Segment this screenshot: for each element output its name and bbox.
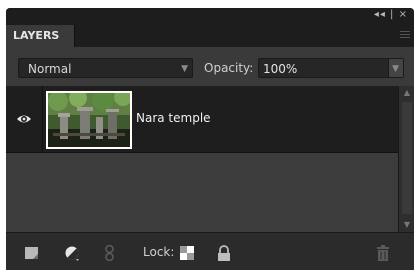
panel-menu-icon[interactable]	[400, 31, 410, 41]
adjustment-layer-icon[interactable]	[64, 245, 80, 261]
trash-icon[interactable]	[375, 245, 391, 261]
panel-tab-row: LAYERS	[6, 25, 414, 47]
chevron-down-icon: ▼	[181, 64, 188, 74]
layer-row[interactable]: Nara temple	[6, 86, 398, 153]
chevron-down-icon: ▼	[392, 64, 399, 74]
lock-label: Lock:	[143, 245, 175, 259]
opacity-label: Opacity:	[204, 61, 254, 75]
opacity-value: 100%	[263, 62, 298, 76]
lock-all-icon[interactable]	[216, 245, 232, 261]
visibility-toggle[interactable]	[6, 86, 43, 152]
scroll-track[interactable]	[402, 102, 412, 214]
scroll-down-arrow-icon[interactable]: ▼	[399, 218, 414, 232]
link-icon[interactable]	[102, 245, 118, 261]
opacity-dropdown-button[interactable]: ▼	[388, 59, 403, 77]
collapse-close-controls[interactable]: ◂◂ | ×	[374, 9, 408, 20]
blend-mode-select[interactable]: Normal ▼	[18, 58, 193, 78]
layer-list: Nara temple	[6, 86, 398, 232]
eye-icon	[17, 115, 31, 123]
layer-thumbnail[interactable]	[46, 91, 132, 149]
tab-layers[interactable]: LAYERS	[6, 25, 75, 47]
opacity-field[interactable]: 100% ▼	[258, 58, 404, 78]
lock-transparency-icon[interactable]	[180, 246, 194, 260]
new-layer-icon[interactable]	[24, 245, 40, 261]
panel-top-strip: ◂◂ | ×	[6, 8, 414, 25]
layers-toolbar: Lock:	[6, 232, 414, 270]
scroll-up-arrow-icon[interactable]: ▲	[399, 86, 414, 100]
temple-photo-thumbnail	[48, 93, 130, 147]
layer-list-scrollbar[interactable]: ▲ ▼	[398, 86, 414, 232]
layers-panel: ◂◂ | × LAYERS Normal ▼ Opacity: 100% ▼ N…	[6, 8, 414, 270]
layer-name: Nara temple	[136, 111, 211, 125]
layer-controls-bar: Normal ▼ Opacity: 100% ▼	[6, 47, 414, 86]
blend-mode-value: Normal	[28, 62, 72, 76]
